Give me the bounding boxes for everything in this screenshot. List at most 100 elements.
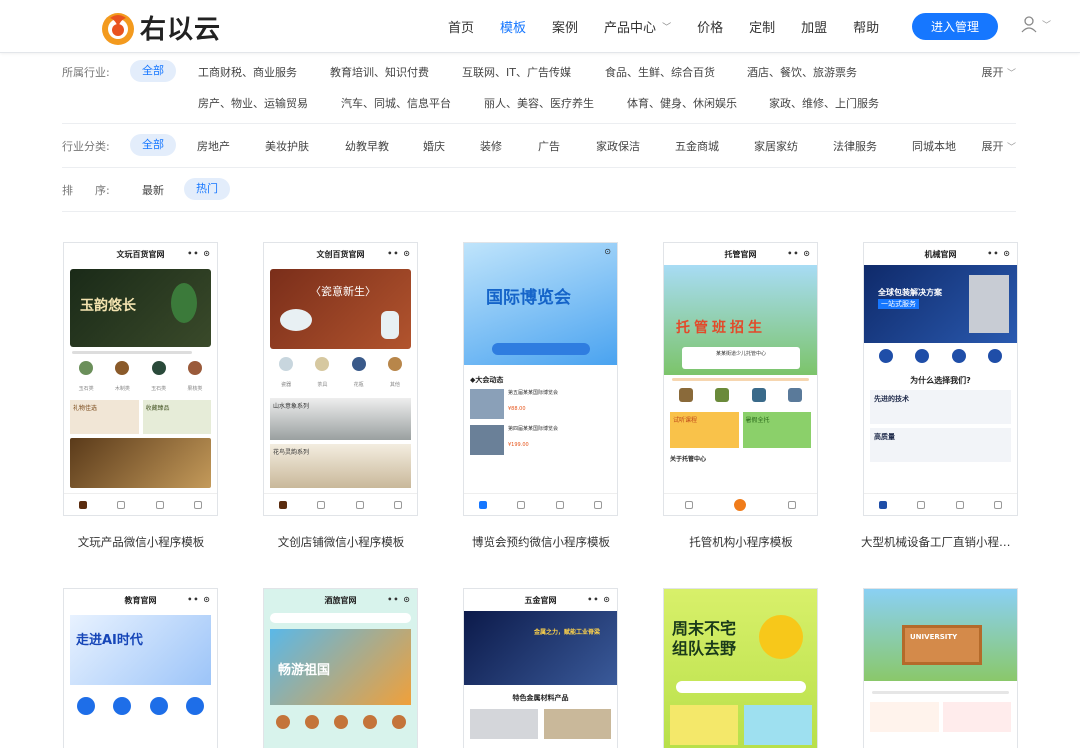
industry-option[interactable]: 酒店、餐饮、旅游票务 — [747, 64, 857, 80]
industry-option[interactable]: 体育、健身、休闲娱乐 — [627, 95, 737, 111]
template-card[interactable]: 教育官网 •• ⊙ 走进AI时代 — [63, 588, 218, 748]
preview-banner-text: UNIVERSITY — [910, 633, 958, 641]
vase-image — [381, 311, 399, 339]
category-option[interactable]: 广告 — [538, 138, 560, 154]
nav-products[interactable]: 产品中心 ﹀ — [604, 17, 671, 36]
template-title[interactable]: 文创店铺微信小程序模板 — [261, 534, 421, 550]
industry-option[interactable]: 汽车、同城、信息平台 — [341, 95, 451, 111]
category-option[interactable]: 装修 — [480, 138, 502, 154]
preview-category-icons — [864, 343, 1017, 367]
expo-photo — [470, 389, 504, 419]
enter-admin-button[interactable]: 进入管理 — [912, 13, 998, 40]
sort-filter: 排 序: 最新 热门 — [62, 178, 1016, 202]
template-card[interactable]: 酒旅官网 •• ⊙ 畅游祖国 — [263, 588, 418, 748]
preview-tile: 暑假全托 — [742, 412, 811, 448]
nav-templates[interactable]: 模板 — [500, 17, 526, 36]
menu-dots-icon: •• ⊙ — [187, 249, 211, 258]
preview-banner-text: 畅游祖国 — [278, 663, 331, 678]
industry-option[interactable]: 房产、物业、运输贸易 — [198, 95, 308, 111]
category-option[interactable]: 法律服务 — [833, 138, 877, 154]
chevron-down-icon: ﹀ — [1006, 143, 1016, 153]
top-header: 右以云 首页 模板 案例 产品中心 ﹀ 价格 定制 加盟 帮助 进入管理 ﹀ — [0, 0, 1080, 53]
category-all-pill[interactable]: 全部 — [130, 134, 176, 156]
jade-pendant-image — [171, 283, 197, 323]
preview-banner-sub: 一站式服务 — [878, 299, 919, 309]
preview-category-icons: 瓷器 茶具 花瓶 其他 — [264, 353, 417, 394]
nav-franchise[interactable]: 加盟 — [801, 17, 827, 36]
category-expand[interactable]: 展开 ﹀ — [981, 138, 1016, 154]
preview-item-title: 第五届某某国际博览会 — [508, 390, 559, 396]
nav-cases[interactable]: 案例 — [552, 17, 578, 36]
template-card[interactable]: 托管官网 •• ⊙ 托管班招生 某某街道少儿托管中心 试听课程 暑假全托 关于托管… — [663, 242, 818, 550]
preview-banner-text: 走进AI时代 — [76, 633, 143, 648]
preview-banner-text: 周末不宅 组队去野 — [672, 619, 737, 658]
industry-option[interactable]: 互联网、IT、广告传媒 — [462, 64, 571, 80]
template-card[interactable]: ⊙ 国际博览会 ◆大会动态 第五届某某国际博览会 ¥88.00 第四届某某国际博览… — [463, 242, 618, 550]
industry-option[interactable]: 食品、生鲜、综合百货 — [605, 64, 715, 80]
nav-home[interactable]: 首页 — [448, 17, 474, 36]
preview-item-price: ¥199.00 — [508, 442, 529, 448]
industry-option[interactable]: 丽人、美容、医疗养生 — [484, 95, 594, 111]
template-card[interactable]: 文玩百货官网 •• ⊙ 玉韵悠长 玉石类 木制类 玉石类 果核类 礼物佳选 收藏臻… — [63, 242, 218, 550]
expo-photo — [470, 425, 504, 455]
template-preview: 机械官网 •• ⊙ 全球包装解决方案 一站式服务 为什么选择我们? 先进的技术 高… — [863, 242, 1018, 516]
preview-section-title: 关于托管中心 — [670, 456, 707, 463]
preview-icon-label: 其他 — [389, 382, 400, 388]
preview-header: 酒旅官网 •• ⊙ — [264, 589, 417, 611]
category-option[interactable]: 婚庆 — [423, 138, 445, 154]
preview-header-title: 托管官网 — [724, 249, 757, 259]
template-card[interactable]: 五金官网 •• ⊙ 金属之力，赋能工业脊梁 特色金属材料产品 — [463, 588, 618, 748]
nav-help[interactable]: 帮助 — [853, 17, 879, 36]
category-option[interactable]: 五金商城 — [675, 138, 719, 154]
menu-dots-icon: ⊙ — [604, 247, 611, 256]
template-card[interactable]: 文创百货官网 •• ⊙ 〈瓷意新生〉 瓷器 茶具 花瓶 其他 山水意象系列 花鸟灵… — [263, 242, 418, 550]
brand-logo[interactable]: 右以云 — [100, 9, 221, 46]
preview-section-title: ◆大会动态 — [470, 376, 504, 384]
template-title[interactable]: 博览会预约微信小程序模板 — [461, 534, 621, 550]
industry-option[interactable]: 工商财税、商业服务 — [198, 64, 297, 80]
user-menu[interactable]: ﹀ — [1020, 15, 1051, 33]
nav-pricing[interactable]: 价格 — [697, 17, 723, 36]
preview-banner: 托管班招生 某某街道少儿托管中心 — [664, 265, 817, 375]
preview-icon-label: 茶具 — [317, 382, 328, 388]
preview-banner: 畅游祖国 — [270, 629, 411, 705]
industry-option[interactable]: 家政、维修、上门服务 — [769, 95, 879, 111]
preview-section-title: 特色金属材料产品 — [512, 694, 569, 702]
category-option[interactable]: 家政保洁 — [596, 138, 640, 154]
preview-banner: 走进AI时代 — [70, 615, 211, 685]
menu-dots-icon: •• ⊙ — [387, 595, 411, 604]
preview-banner-text: 金属之力，赋能工业脊梁 — [534, 629, 601, 636]
bracelet-image — [70, 438, 211, 488]
preview-category-icons — [664, 384, 817, 406]
template-title[interactable]: 大型机械设备工厂直销小程序模板 — [861, 534, 1021, 550]
preview-icon-label: 花瓶 — [353, 382, 364, 388]
category-option[interactable]: 美妆护肤 — [265, 138, 309, 154]
preview-item-title: 第四届某某国际博览会 — [508, 426, 559, 432]
industry-option[interactable]: 教育培训、知识付费 — [330, 64, 429, 80]
preview-tile: 山水意象系列 — [270, 398, 411, 440]
menu-dots-icon: •• ⊙ — [987, 249, 1011, 258]
sort-newest[interactable]: 最新 — [142, 182, 164, 198]
sort-hot-pill[interactable]: 热门 — [184, 178, 230, 200]
industry-expand[interactable]: 展开 ﹀ — [981, 64, 1016, 80]
category-option[interactable]: 同城本地 — [912, 138, 956, 154]
template-card[interactable]: UNIVERSITY — [863, 588, 1018, 748]
industry-all-pill[interactable]: 全部 — [130, 60, 176, 82]
preview-search — [676, 681, 806, 693]
preview-header: 机械官网 •• ⊙ — [864, 243, 1017, 265]
preview-icon-label: 果核类 — [187, 386, 203, 392]
menu-dots-icon: •• ⊙ — [587, 595, 611, 604]
template-card[interactable]: 机械官网 •• ⊙ 全球包装解决方案 一站式服务 为什么选择我们? 先进的技术 高… — [861, 242, 1021, 550]
template-preview: 酒旅官网 •• ⊙ 畅游祖国 — [263, 588, 418, 748]
nav-custom[interactable]: 定制 — [749, 17, 775, 36]
preview-banner-text: 〈瓷意新生〉 — [310, 285, 376, 298]
template-title[interactable]: 文玩产品微信小程序模板 — [61, 534, 221, 550]
preview-tile: 花鸟灵韵系列 — [270, 444, 411, 488]
mascot-image — [759, 615, 803, 659]
category-option[interactable]: 幼教早教 — [345, 138, 389, 154]
category-option[interactable]: 房地产 — [197, 138, 230, 154]
date-badge — [492, 343, 590, 355]
category-option[interactable]: 家居家纺 — [754, 138, 798, 154]
template-title[interactable]: 托管机构小程序模板 — [661, 534, 821, 550]
template-card[interactable]: 周末不宅 组队去野 — [663, 588, 818, 748]
